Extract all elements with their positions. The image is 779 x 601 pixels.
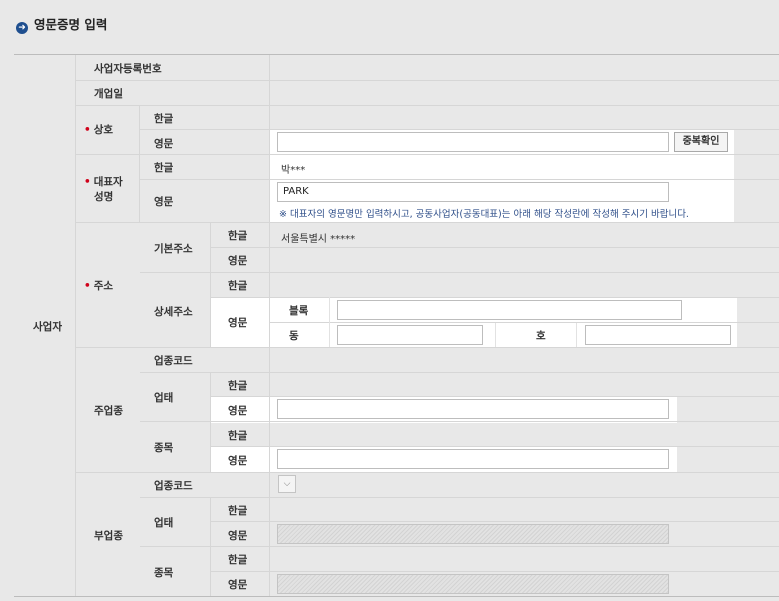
main-biz-type-label: 업태 [154,392,174,404]
row-divider [140,129,779,130]
row-divider [211,297,779,298]
sub-biz-label: 부업종 [94,530,123,542]
ho-input[interactable] [585,325,731,345]
sub-biz-item-en-label: 영문 [228,579,248,591]
rep-en-label: 영문 [154,196,174,208]
address-label: • 주소 [84,280,114,292]
rep-name-label: • 대표자 성명 [84,176,123,203]
sub-biz-type-label: 업태 [154,517,174,529]
main-biz-code-label: 업종코드 [154,355,193,367]
main-biz-item-ko-label: 한글 [228,430,248,442]
main-biz-item-label: 종목 [154,442,174,454]
main-biz-type-en-input[interactable] [277,399,669,419]
detail-inner-divider [576,323,577,347]
row-divider [211,446,779,447]
detail-inner-divider [495,323,496,347]
row-divider [76,222,779,223]
col-divider [139,105,140,222]
rep-name-ko-value: 박*** [281,165,306,176]
rep-name-en-input[interactable]: PARK [277,182,669,202]
basic-addr-ko-label: 한글 [228,230,248,242]
company-en-label: 영문 [154,138,174,150]
row-divider [211,521,779,522]
row-divider [140,546,779,547]
row-divider [76,347,779,348]
sub-biz-type-en-input [277,524,669,544]
col-divider [269,55,270,596]
row-divider [140,497,779,498]
main-biz-item-en-label: 영문 [228,455,248,467]
row-divider [140,179,779,180]
row-divider [211,571,779,572]
row-divider [140,372,779,373]
dup-check-button[interactable]: 중복확인 [674,132,728,152]
open-date-label: 개업일 [94,88,123,100]
required-mark: • [84,124,91,136]
sub-biz-type-en-label: 영문 [228,530,248,542]
block-input[interactable] [337,300,682,320]
company-label: • 상호 [84,124,114,136]
company-ko-label: 한글 [154,113,174,125]
sub-biz-code-dropdown[interactable]: ⌵ [278,475,296,493]
detail-addr-en-label: 영문 [228,317,248,329]
row-divider [140,421,779,422]
col-divider [210,372,211,472]
required-mark: • [84,280,91,292]
row-divider [76,472,779,473]
main-biz-type-en-label: 영문 [228,405,248,417]
sub-biz-type-ko-label: 한글 [228,505,248,517]
main-biz-item-en-input[interactable] [277,449,669,469]
sub-biz-item-ko-label: 한글 [228,554,248,566]
chevron-down-icon: ⌵ [283,479,291,489]
basic-addr-en-label: 영문 [228,255,248,267]
row-divider [76,105,779,106]
bizno-label: 사업자등록번호 [94,63,162,75]
dong-label: 동 [289,330,299,342]
table-bottom-border [14,596,779,597]
row-divider [76,80,779,81]
detail-addr-ko-label: 한글 [228,280,248,292]
dong-input[interactable] [337,325,483,345]
sub-biz-item-label: 종목 [154,567,174,579]
row-divider [76,154,779,155]
main-biz-label: 주업종 [94,405,123,417]
ho-label: 호 [536,330,546,342]
arrow-circle-icon: ➜ [16,22,28,34]
rep-ko-label: 한글 [154,162,174,174]
sub-biz-code-label: 업종코드 [154,480,193,492]
basic-addr-label: 기본주소 [154,243,193,255]
row-divider [140,272,779,273]
col-divider [210,222,211,347]
main-biz-type-ko-label: 한글 [228,380,248,392]
required-mark: • [84,176,91,188]
block-label: 블록 [289,305,309,317]
company-en-input[interactable] [277,132,669,152]
detail-addr-label: 상세주소 [154,306,193,318]
table-top-border [14,54,779,55]
row-divider [211,396,779,397]
detail-inner-divider [329,297,330,347]
col-divider [75,55,76,596]
row-divider [211,247,779,248]
section-label: 사업자 [33,321,62,333]
sub-biz-item-en-input [277,574,669,594]
basic-addr-ko-value: 서울특별시 ***** [281,234,356,245]
page-title: ➜ 영문증명 입력 [16,14,107,34]
rep-name-note: ※ 대표자의 영문명만 입력하시고, 공동사업자(공동대표)는 아래 해당 작성… [279,209,689,220]
row-divider [270,322,779,323]
